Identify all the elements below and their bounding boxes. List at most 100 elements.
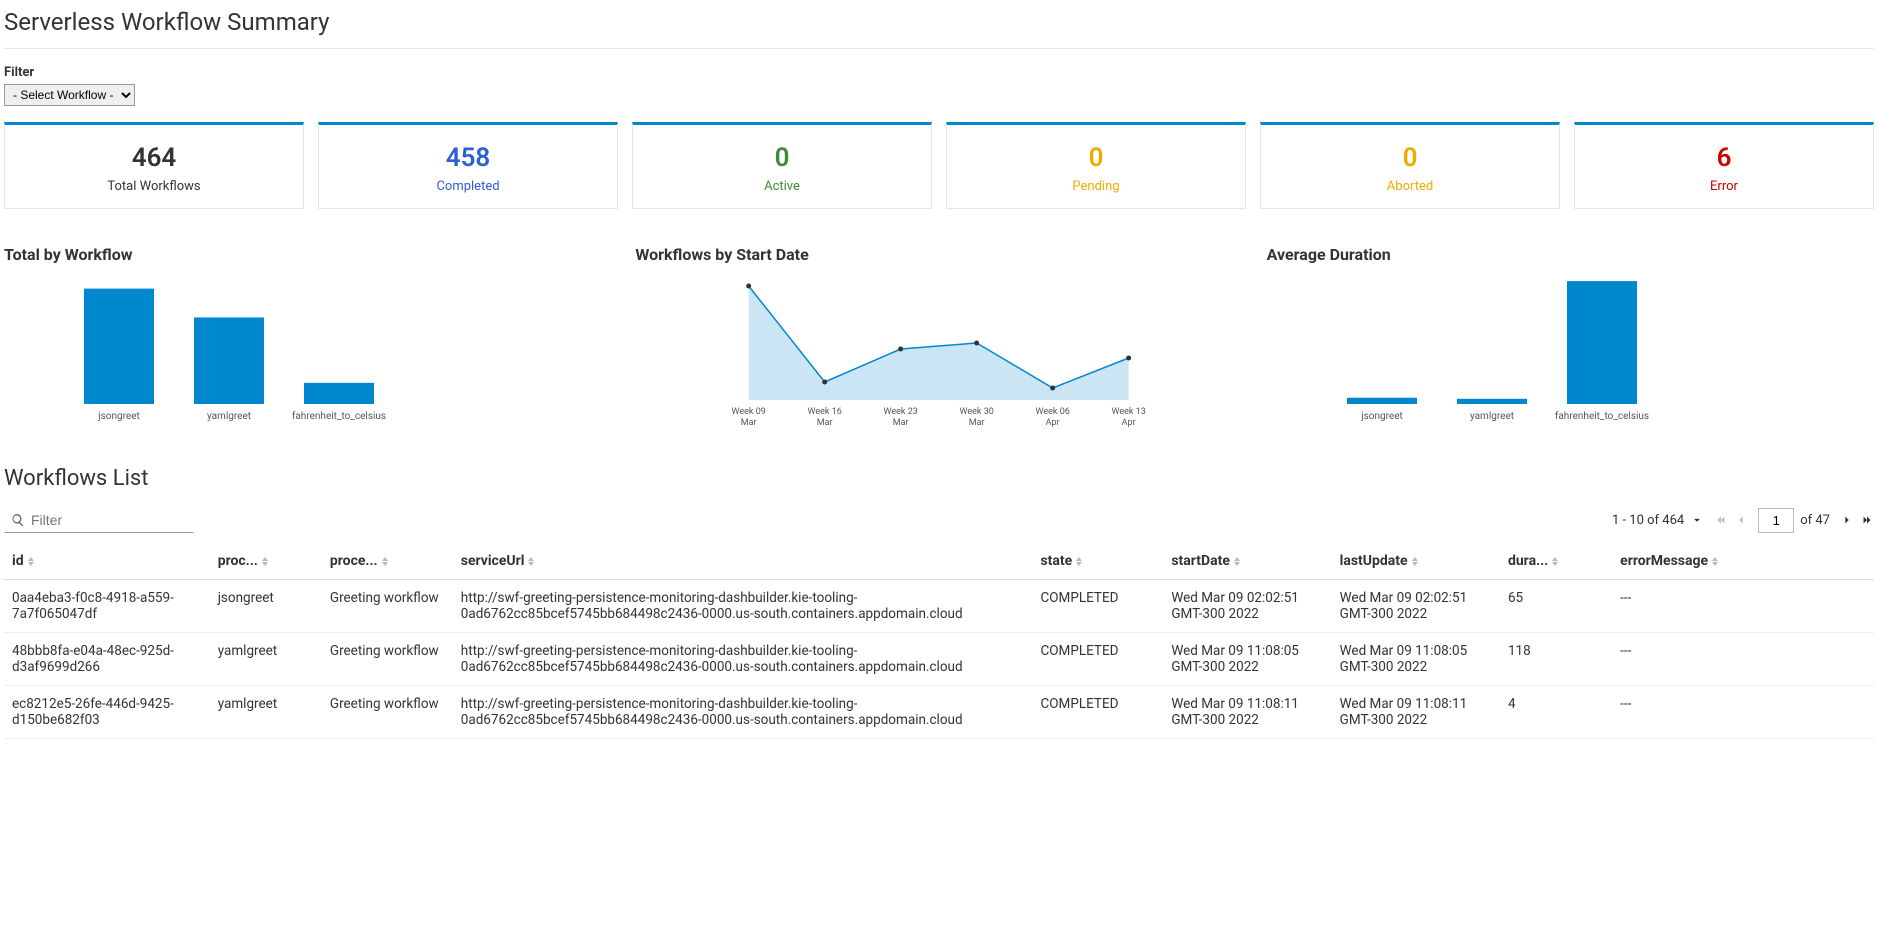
divider (4, 48, 1874, 49)
bar-label: yamlgreet (1470, 411, 1514, 422)
pager-last-icon[interactable] (1860, 513, 1874, 527)
stat-cards-row: 464 Total Workflows 458 Completed 0 Acti… (4, 122, 1874, 209)
pager: 1 - 10 of 464 of 47 (1612, 508, 1874, 533)
x-label: Week 09 (732, 407, 766, 417)
stat-completed-value: 458 (327, 143, 609, 173)
cell-errorMessage: --- (1612, 686, 1874, 739)
x-label: Mar (969, 418, 985, 428)
cell-serviceUrl: http://swf-greeting-persistence-monitori… (453, 686, 1033, 739)
cell-id: ec8212e5-26fe-446d-9425-d150be682f03 (4, 686, 210, 739)
cell-lastUpdate: Wed Mar 09 02:02:51 GMT-300 2022 (1332, 580, 1500, 633)
stat-total-value: 464 (13, 143, 295, 173)
x-label: Apr (1122, 418, 1136, 428)
filter-label: Filter (4, 65, 1874, 80)
pager-range-block[interactable]: 1 - 10 of 464 (1612, 513, 1704, 528)
chart-svg-avgduration: jsongreetyamlgreetfahrenheit_to_celsius (1267, 274, 1874, 434)
stat-aborted-label: Aborted (1269, 179, 1551, 194)
x-label: Week 06 (1036, 407, 1070, 417)
cell-startDate: Wed Mar 09 02:02:51 GMT-300 2022 (1163, 580, 1331, 633)
sort-icon (528, 557, 534, 566)
col-duration[interactable]: dura... (1500, 543, 1612, 580)
sort-icon (1412, 557, 1418, 566)
point-icon (974, 341, 979, 346)
cell-processName: Greeting workflow (322, 633, 453, 686)
x-label: Mar (893, 418, 909, 428)
point-icon (1126, 356, 1131, 361)
cell-processId: yamlgreet (210, 633, 322, 686)
stat-error-value: 6 (1583, 143, 1865, 173)
filter-block: Filter - Select Workflow - (4, 65, 1874, 106)
col-id-label: id (12, 553, 24, 569)
cell-processName: Greeting workflow (322, 580, 453, 633)
col-processid[interactable]: proc... (210, 543, 322, 580)
table-row[interactable]: ec8212e5-26fe-446d-9425-d150be682f03yaml… (4, 686, 1874, 739)
bar (1347, 398, 1417, 404)
point-icon (822, 380, 827, 385)
search-icon (11, 513, 25, 527)
x-label: Week 13 (1112, 407, 1146, 417)
pager-page-total: of 47 (1800, 513, 1830, 528)
sort-icon (1234, 557, 1240, 566)
pager-first-icon[interactable] (1714, 513, 1728, 527)
col-processname-label: proce... (330, 553, 378, 569)
cell-duration: 4 (1500, 686, 1612, 739)
table-row[interactable]: 0aa4eba3-f0c8-4918-a559-7a7f065047dfjson… (4, 580, 1874, 633)
col-state-label: state (1040, 553, 1072, 569)
sort-icon (28, 557, 34, 566)
pager-next-icon[interactable] (1840, 513, 1854, 527)
stat-card-active: 0 Active (632, 122, 932, 209)
pager-prev-icon[interactable] (1734, 513, 1748, 527)
col-errormessage-label: errorMessage (1620, 553, 1708, 569)
sort-icon (262, 557, 268, 566)
chart-title-byworkflow: Total by Workflow (4, 245, 611, 264)
cell-startDate: Wed Mar 09 11:08:05 GMT-300 2022 (1163, 633, 1331, 686)
bar-label: fahrenheit_to_celsius (292, 410, 386, 422)
bar (194, 317, 264, 404)
col-errormessage[interactable]: errorMessage (1612, 543, 1874, 580)
table-row[interactable]: 48bbb8fa-e04a-48ec-925d-d3af9699d266yaml… (4, 633, 1874, 686)
table-filter-input[interactable] (31, 512, 187, 528)
stat-card-total: 464 Total Workflows (4, 122, 304, 209)
cell-errorMessage: --- (1612, 580, 1874, 633)
page-title: Serverless Workflow Summary (4, 8, 1874, 36)
cell-duration: 65 (1500, 580, 1612, 633)
list-controls: 1 - 10 of 464 of 47 (4, 507, 1874, 533)
cell-errorMessage: --- (1612, 633, 1874, 686)
cell-serviceUrl: http://swf-greeting-persistence-monitori… (453, 633, 1033, 686)
bar (84, 289, 154, 404)
cell-state: COMPLETED (1032, 580, 1163, 633)
filter-select[interactable]: - Select Workflow - (4, 84, 135, 106)
cell-processId: jsongreet (210, 580, 322, 633)
col-duration-label: dura... (1508, 553, 1548, 569)
point-icon (746, 284, 751, 289)
cell-state: COMPLETED (1032, 633, 1163, 686)
sort-icon (382, 557, 388, 566)
chart-total-by-workflow: Total by Workflow jsongreetyamlgreetfahr… (4, 245, 611, 438)
col-processname[interactable]: proce... (322, 543, 453, 580)
stat-aborted-value: 0 (1269, 143, 1551, 173)
col-state[interactable]: state (1032, 543, 1163, 580)
stat-card-error: 6 Error (1574, 122, 1874, 209)
x-label: Week 30 (960, 407, 994, 417)
bar (304, 383, 374, 404)
workflows-table: id proc... proce... serviceUrl state sta… (4, 543, 1874, 739)
col-serviceurl[interactable]: serviceUrl (453, 543, 1033, 580)
sort-icon (1552, 557, 1558, 566)
stat-completed-label: Completed (327, 179, 609, 194)
bar-label: yamlgreet (207, 411, 251, 422)
col-lastupdate[interactable]: lastUpdate (1332, 543, 1500, 580)
bar (1567, 281, 1637, 404)
col-startdate[interactable]: startDate (1163, 543, 1331, 580)
stat-card-completed: 458 Completed (318, 122, 618, 209)
stat-card-aborted: 0 Aborted (1260, 122, 1560, 209)
sort-icon (1076, 557, 1082, 566)
table-filter-wrap[interactable] (4, 507, 194, 533)
caret-down-icon[interactable] (1690, 513, 1704, 527)
col-id[interactable]: id (4, 543, 210, 580)
charts-row: Total by Workflow jsongreetyamlgreetfahr… (4, 245, 1874, 438)
chart-title-bystartdate: Workflows by Start Date (635, 245, 1242, 264)
col-processid-label: proc... (218, 553, 258, 569)
x-label: Week 23 (884, 407, 918, 417)
stat-card-pending: 0 Pending (946, 122, 1246, 209)
pager-page-input[interactable] (1758, 508, 1794, 533)
